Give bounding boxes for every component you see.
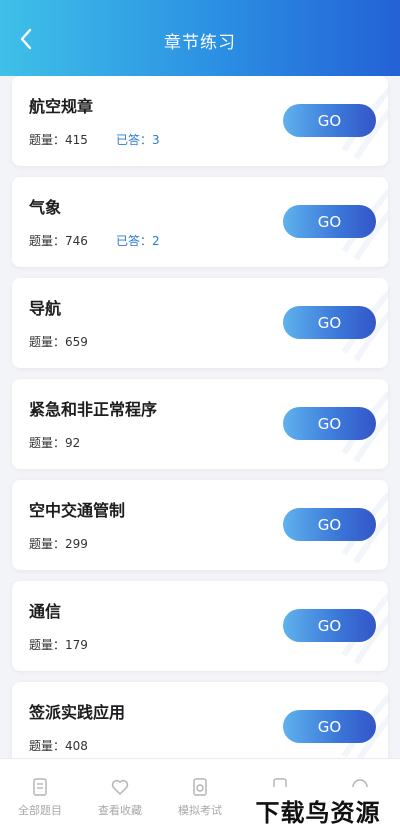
count-value: 299 — [65, 537, 88, 551]
chapter-title: 导航 — [29, 299, 62, 318]
answered-label: 已答： — [116, 234, 153, 248]
question-count: 题量： 415 — [29, 131, 88, 148]
nav-label: 查看收藏 — [98, 804, 142, 817]
chapter-card[interactable]: 气象 题量： 746 已答：2 GO — [12, 177, 388, 267]
watermark: 下载鸟资源 — [236, 787, 400, 834]
chapter-title: 空中交通管制 — [29, 501, 126, 520]
count-label: 题量： — [29, 739, 66, 753]
question-count: 题量： 92 — [29, 434, 80, 451]
answered-value: 3 — [152, 133, 160, 147]
count-label: 题量： — [29, 234, 66, 248]
answered-label: 已答： — [116, 133, 153, 147]
nav-item-favorites[interactable]: 查看收藏 — [80, 777, 160, 818]
count-value: 659 — [65, 335, 88, 349]
question-count: 题量： 408 — [29, 737, 88, 754]
go-button[interactable]: GO — [283, 104, 376, 137]
count-label: 题量： — [29, 335, 66, 349]
document-icon — [33, 778, 47, 796]
chapter-card[interactable]: 空中交通管制 题量： 299 GO — [12, 480, 388, 570]
answered-count: 已答：3 — [116, 131, 160, 148]
go-button[interactable]: GO — [283, 710, 376, 743]
nav-item-all-questions[interactable]: 全部题目 — [0, 777, 80, 818]
chapter-title: 航空规章 — [29, 97, 94, 116]
count-value: 408 — [65, 739, 88, 753]
count-label: 题量： — [29, 436, 66, 450]
question-count: 题量： 659 — [29, 333, 88, 350]
header-bar: 章节练习 — [0, 0, 400, 76]
chapter-card[interactable]: 导航 题量： 659 GO — [12, 278, 388, 368]
nav-label: 全部题目 — [18, 804, 62, 817]
chapter-title: 气象 — [29, 198, 62, 217]
go-button[interactable]: GO — [283, 205, 376, 238]
question-count: 题量： 179 — [29, 636, 88, 653]
chapter-list[interactable]: 航空规章 题量： 415 已答：3 GO 气象 题量： 746 已答：2 GO 导航… — [0, 76, 400, 758]
answered-count: 已答：2 — [116, 232, 160, 249]
go-button[interactable]: GO — [283, 306, 376, 339]
nav-label: 模拟考试 — [178, 804, 222, 817]
question-count: 题量： 299 — [29, 535, 88, 552]
page-title: 章节练习 — [164, 33, 236, 53]
count-value: 746 — [65, 234, 88, 248]
count-label: 题量： — [29, 133, 66, 147]
nav-item-mock-exam[interactable]: 模拟考试 — [160, 777, 240, 818]
chapter-title: 紧急和非正常程序 — [29, 400, 158, 419]
question-count: 题量： 746 — [29, 232, 88, 249]
exam-icon — [193, 778, 207, 796]
count-label: 题量： — [29, 537, 66, 551]
heart-icon — [111, 779, 129, 795]
chapter-title: 通信 — [29, 602, 62, 621]
count-label: 题量： — [29, 638, 66, 652]
answered-value: 2 — [152, 234, 160, 248]
chapter-card[interactable]: 通信 题量： 179 GO — [12, 581, 388, 671]
chapter-card[interactable]: 紧急和非正常程序 题量： 92 GO — [12, 379, 388, 469]
chapter-card[interactable]: 航空规章 题量： 415 已答：3 GO — [12, 76, 388, 166]
count-value: 415 — [65, 133, 88, 147]
go-button[interactable]: GO — [283, 508, 376, 541]
chapter-card[interactable]: 签派实践应用 题量： 408 GO — [12, 682, 388, 758]
go-button[interactable]: GO — [283, 407, 376, 440]
go-button[interactable]: GO — [283, 609, 376, 642]
count-value: 92 — [65, 436, 81, 450]
chapter-title: 签派实践应用 — [29, 703, 126, 722]
count-value: 179 — [65, 638, 88, 652]
